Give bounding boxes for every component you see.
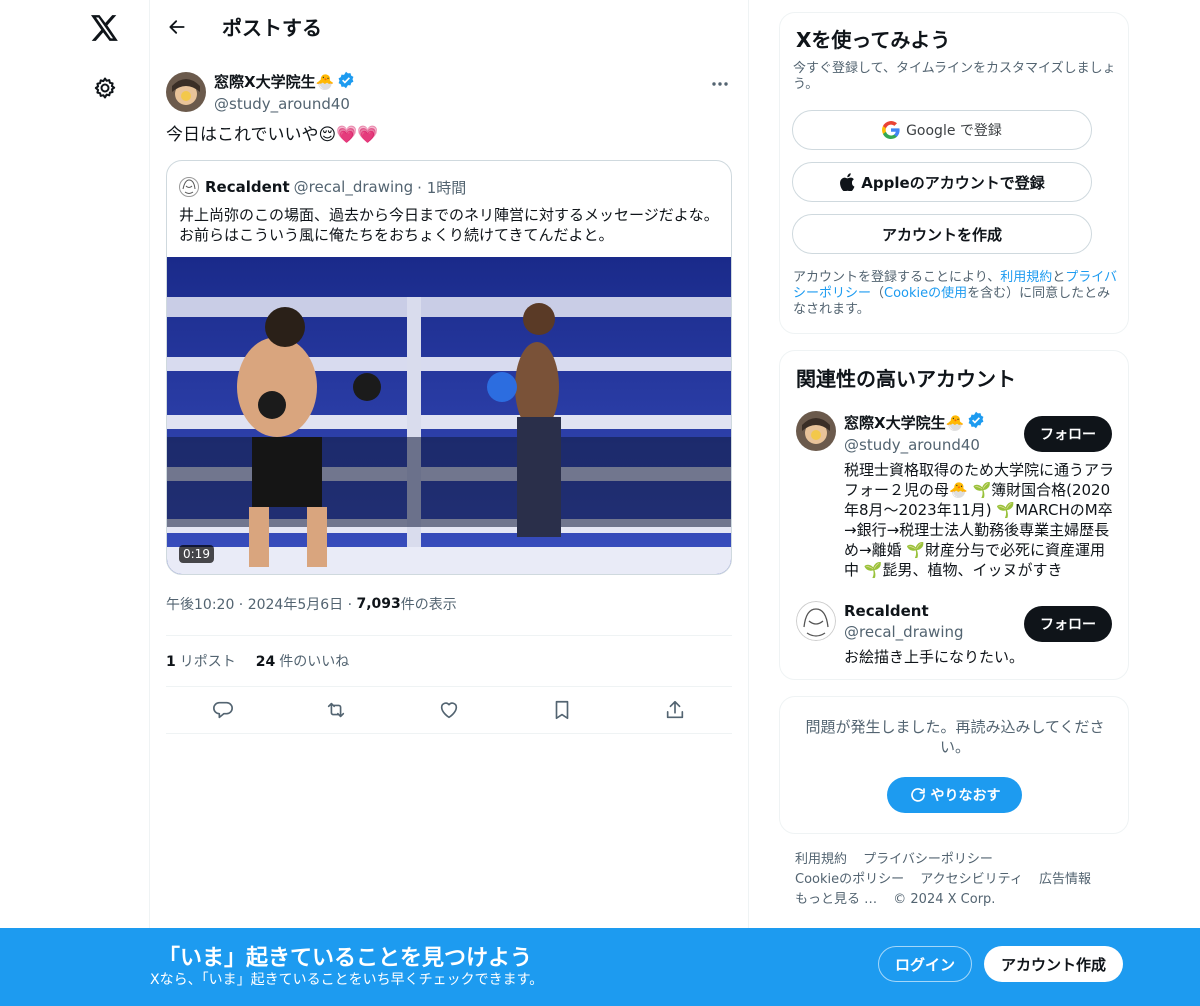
signup-card: Xを使ってみよう 今すぐ登録して、タイムラインをカスタマイズしましょう。 Goo… bbox=[779, 12, 1129, 334]
related-accounts-card: 関連性の高いアカウント 窓際X大学院生🐣 @study_around40 フォロ… bbox=[779, 350, 1129, 680]
signup-subtitle: 今すぐ登録して、タイムラインをカスタマイズしましょう。 bbox=[793, 61, 1116, 92]
terms-prefix: アカウントを登録することにより、 bbox=[793, 270, 1001, 285]
avatar[interactable] bbox=[796, 411, 836, 451]
like-label: 件のいいね bbox=[279, 654, 350, 670]
footer-ads-link[interactable]: 広告情報 bbox=[1039, 872, 1091, 887]
main-column: ポストする 窓際X大学院生🐣 @study_around40 今日はこれでいいや… bbox=[150, 0, 749, 1006]
banner-signup-button[interactable]: アカウント作成 bbox=[984, 946, 1123, 982]
author-handle[interactable]: @study_around40 bbox=[214, 94, 355, 114]
post-timestamp[interactable]: 午後10:20 · 2024年5月6日 · bbox=[166, 594, 352, 614]
reply-icon[interactable] bbox=[206, 693, 240, 727]
avatar[interactable] bbox=[796, 601, 836, 641]
quote-author-handle: @recal_drawing bbox=[293, 178, 414, 196]
quoted-post[interactable]: Recaldent @recal_drawing · 1時間 井上尚弥のこの場面… bbox=[166, 160, 732, 575]
related-account[interactable]: 窓際X大学院生🐣 @study_around40 フォロー 税理士資格取得のため… bbox=[780, 411, 1128, 580]
verified-badge-icon bbox=[337, 71, 355, 94]
quote-author-name: Recaldent bbox=[205, 178, 290, 196]
related-account[interactable]: Recaldent @recal_drawing フォロー お絵描き上手になりた… bbox=[780, 601, 1128, 667]
related-title: 関連性の高いアカウント bbox=[796, 367, 1016, 391]
signup-terms: アカウントを登録することにより、利用規約とプライバシーポリシー（Cookieの使… bbox=[793, 270, 1123, 318]
terms-and: と bbox=[1052, 270, 1066, 285]
like-icon[interactable] bbox=[432, 693, 466, 727]
signup-title: Xを使ってみよう bbox=[796, 28, 951, 52]
avatar bbox=[179, 177, 199, 197]
share-icon[interactable] bbox=[658, 693, 692, 727]
post-author: 窓際X大学院生🐣 @study_around40 bbox=[150, 64, 748, 120]
apple-signup-label: Appleのアカウントで登録 bbox=[861, 173, 1045, 192]
refresh-icon bbox=[909, 786, 927, 804]
top-bar: ポストする bbox=[150, 0, 748, 53]
author-name-link[interactable]: 窓際X大学院生🐣 bbox=[214, 71, 355, 94]
quote-text: 井上尚弥のこの場面、過去から今日までのネリ陣営に対するメッセージだよな。お前らは… bbox=[179, 206, 719, 244]
post-stats: 1 リポスト 24 件のいいね bbox=[166, 635, 732, 687]
video-duration: 0:19 bbox=[179, 545, 214, 563]
cookie-link[interactable]: Cookieの使用 bbox=[884, 286, 967, 301]
login-button[interactable]: ログイン bbox=[878, 946, 972, 982]
video-player[interactable]: 0:19 bbox=[167, 257, 731, 574]
footer-accessibility-link[interactable]: アクセシビリティ bbox=[920, 872, 1023, 887]
footer-copyright: © 2024 X Corp. bbox=[893, 892, 996, 907]
footer-more-link[interactable]: もっと見る … bbox=[795, 892, 877, 907]
repost-stat[interactable]: 1 リポスト bbox=[166, 651, 236, 671]
author-name: 窓際X大学院生🐣 bbox=[214, 73, 335, 91]
footer-links: 利用規約 プライバシーポリシー Cookieのポリシー アクセシビリティ 広告情… bbox=[795, 850, 1125, 910]
like-count: 24 bbox=[255, 654, 276, 670]
retry-button[interactable]: やりなおす bbox=[887, 777, 1022, 813]
footer-cookie-link[interactable]: Cookieのポリシー bbox=[795, 872, 904, 887]
footer-terms-link[interactable]: 利用規約 bbox=[795, 852, 847, 867]
post-meta: 午後10:20 · 2024年5月6日 · 7,093 件の表示 bbox=[150, 593, 748, 615]
google-signup-button[interactable]: Google で登録 bbox=[792, 110, 1092, 150]
follow-button[interactable]: フォロー bbox=[1024, 606, 1112, 642]
repost-count: 1 bbox=[166, 654, 176, 670]
view-count: 7,093 bbox=[356, 596, 401, 612]
account-bio: 税理士資格取得のため大学院に通うアラフォー２児の母🐣 🌱簿財国合格(2020年8… bbox=[844, 461, 1115, 579]
left-nav bbox=[0, 0, 150, 1006]
follow-button[interactable]: フォロー bbox=[1024, 416, 1112, 452]
apple-icon bbox=[839, 173, 855, 191]
error-message: 問題が発生しました。再読み込みしてください。 bbox=[805, 718, 1105, 756]
create-account-label: アカウントを作成 bbox=[881, 225, 1002, 244]
more-options-icon[interactable] bbox=[708, 72, 732, 96]
post-text: 今日はこれでいいや😌💗💗 bbox=[166, 125, 379, 145]
cookie-paren: （ bbox=[871, 286, 885, 301]
footer-privacy-link[interactable]: プライバシーポリシー bbox=[863, 852, 993, 867]
retry-label: やりなおす bbox=[930, 788, 1001, 804]
like-stat[interactable]: 24 件のいいね bbox=[256, 651, 349, 671]
post-actions bbox=[166, 687, 732, 734]
page-title: ポストする bbox=[222, 16, 322, 40]
view-label: 件の表示 bbox=[400, 597, 457, 613]
quote-time: · 1時間 bbox=[417, 178, 467, 197]
back-arrow-icon[interactable] bbox=[166, 16, 188, 38]
account-bio: お絵描き上手になりたい。 bbox=[844, 648, 1025, 666]
avatar[interactable] bbox=[166, 72, 206, 112]
repost-icon[interactable] bbox=[319, 693, 353, 727]
banner-title: 「いま」起きていることを見つけよう bbox=[158, 946, 533, 971]
x-logo-icon[interactable] bbox=[86, 10, 124, 46]
banner-subtitle: Xなら、「いま」起きていることをいち早くチェックできます。 bbox=[150, 972, 544, 988]
gear-icon[interactable] bbox=[88, 72, 122, 104]
quote-header: Recaldent @recal_drawing · 1時間 bbox=[167, 161, 731, 199]
error-card: 問題が発生しました。再読み込みしてください。 やりなおす bbox=[779, 696, 1129, 834]
google-icon bbox=[882, 121, 900, 139]
signup-banner: 「いま」起きていることを見つけよう Xなら、「いま」起きていることをいち早くチェ… bbox=[0, 928, 1200, 1006]
apple-signup-button[interactable]: Appleのアカウントで登録 bbox=[792, 162, 1092, 202]
verified-badge-icon bbox=[967, 411, 985, 434]
create-account-button[interactable]: アカウントを作成 bbox=[792, 214, 1092, 254]
bookmark-icon[interactable] bbox=[545, 693, 579, 727]
account-name: 窓際X大学院生🐣 bbox=[844, 413, 965, 432]
google-signup-label: Google で登録 bbox=[906, 123, 1002, 139]
repost-label: リポスト bbox=[179, 654, 236, 670]
terms-link[interactable]: 利用規約 bbox=[1000, 270, 1052, 285]
